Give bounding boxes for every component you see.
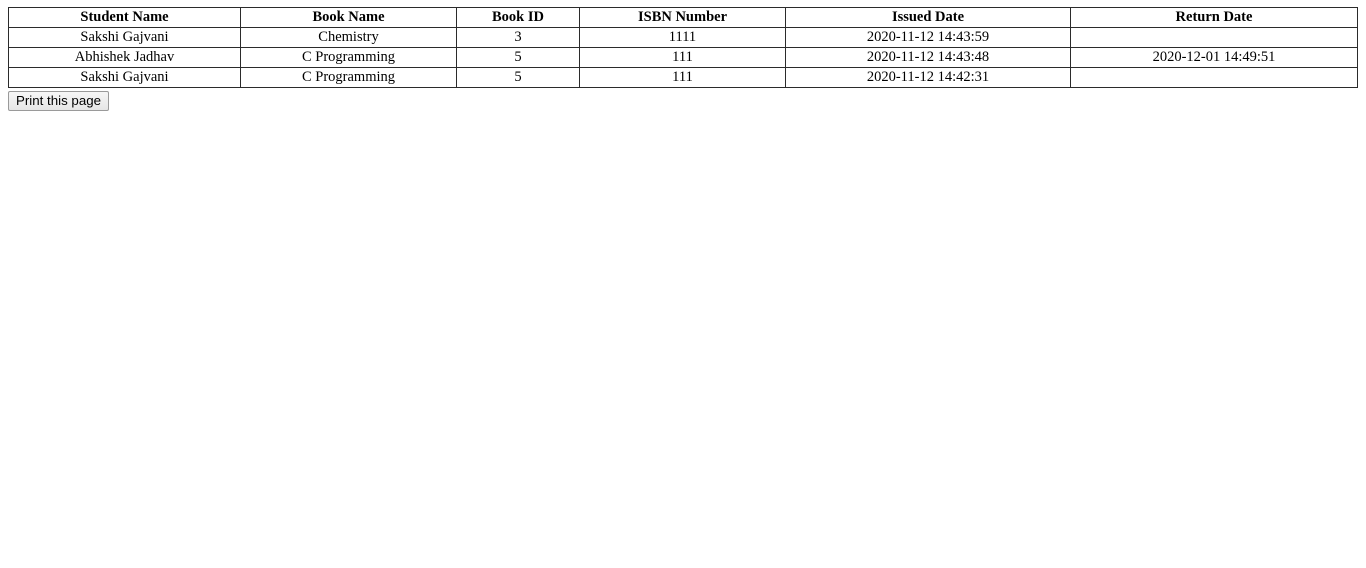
cell-isbn-number: 1111 (579, 27, 786, 48)
table-row: Sakshi Gajvani C Programming 5 111 2020-… (8, 67, 1358, 88)
table-header: Student Name Book Name Book ID ISBN Numb… (8, 7, 1358, 28)
page-content: Student Name Book Name Book ID ISBN Numb… (0, 0, 1366, 111)
cell-return-date: 2020-12-01 14:49:51 (1070, 47, 1358, 68)
cell-book-id: 3 (456, 27, 580, 48)
cell-book-name: C Programming (240, 67, 457, 88)
cell-book-name: Chemistry (240, 27, 457, 48)
print-this-page-button[interactable]: Print this page (8, 91, 110, 111)
cell-issued-date: 2020-11-12 14:43:59 (785, 27, 1071, 48)
cell-isbn-number: 111 (579, 47, 786, 68)
table-row: Abhishek Jadhav C Programming 5 111 2020… (8, 47, 1358, 68)
column-header-issued-date: Issued Date (785, 7, 1071, 28)
table-row: Sakshi Gajvani Chemistry 3 1111 2020-11-… (8, 27, 1358, 48)
table-header-row: Student Name Book Name Book ID ISBN Numb… (8, 7, 1358, 28)
column-header-book-name: Book Name (240, 7, 457, 28)
issued-books-table: Student Name Book Name Book ID ISBN Numb… (8, 7, 1358, 88)
cell-book-id: 5 (456, 67, 580, 88)
column-header-isbn-number: ISBN Number (579, 7, 786, 28)
column-header-student-name: Student Name (8, 7, 241, 28)
cell-student-name: Abhishek Jadhav (8, 47, 241, 68)
cell-return-date (1070, 67, 1358, 88)
cell-isbn-number: 111 (579, 67, 786, 88)
print-action-row: Print this page (8, 91, 1358, 111)
cell-return-date (1070, 27, 1358, 48)
cell-issued-date: 2020-11-12 14:43:48 (785, 47, 1071, 68)
cell-book-name: C Programming (240, 47, 457, 68)
cell-student-name: Sakshi Gajvani (8, 27, 241, 48)
cell-book-id: 5 (456, 47, 580, 68)
column-header-book-id: Book ID (456, 7, 580, 28)
column-header-return-date: Return Date (1070, 7, 1358, 28)
cell-issued-date: 2020-11-12 14:42:31 (785, 67, 1071, 88)
table-body: Sakshi Gajvani Chemistry 3 1111 2020-11-… (8, 27, 1358, 88)
cell-student-name: Sakshi Gajvani (8, 67, 241, 88)
